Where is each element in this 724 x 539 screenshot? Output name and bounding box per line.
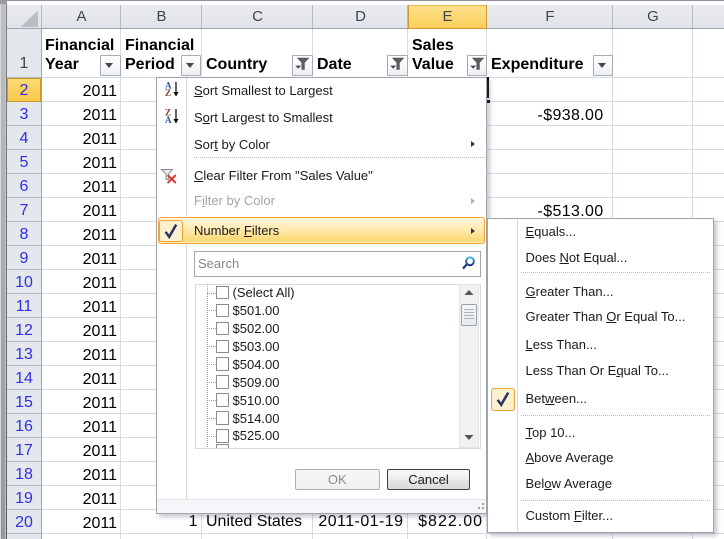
svg-text:Z: Z: [165, 88, 171, 98]
svg-text:A: A: [165, 115, 172, 125]
